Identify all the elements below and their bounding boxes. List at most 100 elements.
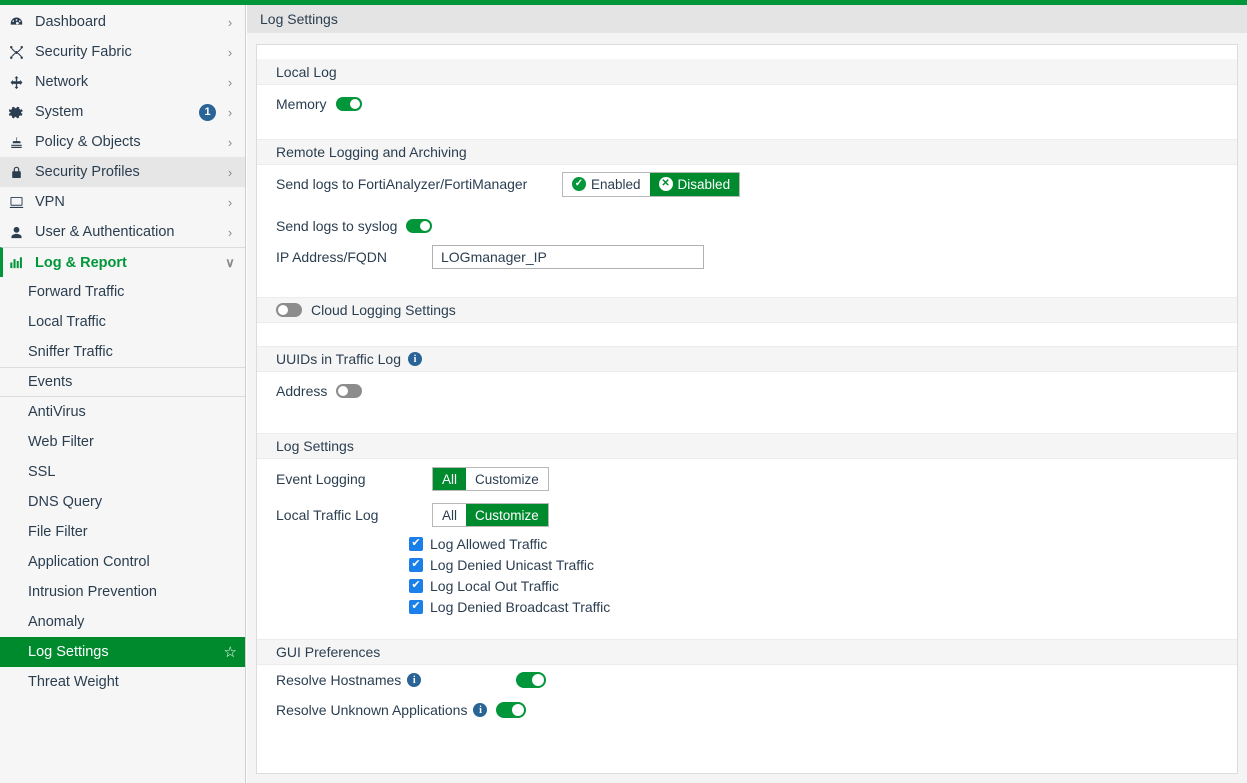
sidebar-item-label: Dashboard xyxy=(35,14,106,30)
sidebar-item-security-profiles[interactable]: Security Profiles › xyxy=(0,157,245,187)
section-title: Local Log xyxy=(276,63,337,80)
event-logging-all-option[interactable]: All xyxy=(433,468,467,490)
sidebar-item-application-control[interactable]: Application Control xyxy=(0,547,245,577)
sidebar-item-label: Security Fabric xyxy=(35,44,132,60)
sidebar-item-events[interactable]: Events xyxy=(0,367,245,397)
sidebar-subitem-label: Threat Weight xyxy=(28,674,119,690)
check-circle-icon: ✓ xyxy=(572,177,586,191)
event-logging-customize-option[interactable]: Customize xyxy=(466,468,548,490)
section-title: UUIDs in Traffic Log xyxy=(276,351,402,367)
resolve-unknown-applications-toggle[interactable] xyxy=(496,702,527,718)
sidebar-item-web-filter[interactable]: Web Filter xyxy=(0,427,245,457)
sidebar-item-anomaly[interactable]: Anomaly xyxy=(0,607,245,637)
sidebar-item-vpn[interactable]: VPN › xyxy=(0,187,245,217)
sidebar-item-system[interactable]: System 1 › xyxy=(0,97,245,127)
chevron-right-icon: › xyxy=(227,164,233,180)
info-icon[interactable]: i xyxy=(408,352,423,366)
sidebar-item-forward-traffic[interactable]: Forward Traffic xyxy=(0,277,245,307)
local-traffic-all-option[interactable]: All xyxy=(433,504,467,526)
section-header-gui-preferences: GUI Preferences xyxy=(257,639,1237,665)
toggle-knob xyxy=(512,704,525,716)
sidebar-item-sniffer-traffic[interactable]: Sniffer Traffic xyxy=(0,337,245,367)
policy-icon xyxy=(9,135,31,150)
user-icon xyxy=(9,225,31,240)
sidebar-item-log-report[interactable]: Log & Report ∨ xyxy=(0,247,245,277)
favorite-star-icon[interactable]: ☆ xyxy=(224,645,237,660)
page-title: Log Settings xyxy=(260,11,338,27)
resolve-hostnames-label-wrap: Resolve Hostnames i xyxy=(276,672,516,688)
syslog-toggle[interactable] xyxy=(406,219,433,233)
sidebar-item-file-filter[interactable]: File Filter xyxy=(0,517,245,547)
sidebar-item-intrusion-prevention[interactable]: Intrusion Prevention xyxy=(0,577,245,607)
local-traffic-customize-option[interactable]: Customize xyxy=(466,504,548,526)
info-icon[interactable]: i xyxy=(407,673,422,687)
sidebar-subitem-label: SSL xyxy=(28,464,56,480)
sidebar-item-label: Security Profiles xyxy=(35,164,140,180)
event-logging-toggle-group: All Customize xyxy=(432,467,549,491)
sidebar-item-local-traffic[interactable]: Local Traffic xyxy=(0,307,245,337)
checkbox-row: ✔ Log Local Out Traffic xyxy=(409,575,1237,596)
resolve-hostnames-toggle[interactable] xyxy=(516,672,546,688)
fortianalyzer-label: Send logs to FortiAnalyzer/FortiManager xyxy=(276,176,528,192)
sidebar-subitem-label: Forward Traffic xyxy=(28,284,125,300)
sidebar-subitem-label: Sniffer Traffic xyxy=(28,344,113,360)
option-label: Enabled xyxy=(591,176,641,192)
cross-circle-icon: ✕ xyxy=(658,177,673,191)
dashboard-icon xyxy=(9,15,31,30)
section-title: Log Settings xyxy=(276,438,354,454)
sidebar-item-dns-query[interactable]: DNS Query xyxy=(0,487,245,517)
section-header-uuids: UUIDs in Traffic Log i xyxy=(257,346,1237,372)
local-traffic-log-label: Local Traffic Log xyxy=(276,507,379,523)
fortianalyzer-enabled-option[interactable]: ✓ Enabled xyxy=(563,172,650,196)
status-badge: 1 xyxy=(199,103,216,121)
sidebar-item-security-fabric[interactable]: Security Fabric › xyxy=(0,37,245,67)
gear-icon xyxy=(9,105,31,120)
sidebar-subitem-label: Local Traffic xyxy=(28,314,106,330)
toggle-knob xyxy=(420,221,431,231)
checkbox-label: Log Allowed Traffic xyxy=(430,535,548,552)
log-denied-unicast-traffic-checkbox[interactable]: ✔ xyxy=(409,557,423,572)
fortigate-log-settings-page: Dashboard › Security Fabric › Network › xyxy=(0,0,1247,783)
sidebar-item-label: System xyxy=(35,104,84,120)
resolve-unknown-applications-label: Resolve Unknown Applications xyxy=(276,702,468,718)
main-navigation-sidebar: Dashboard › Security Fabric › Network › xyxy=(0,5,246,783)
lock-icon xyxy=(9,165,31,180)
chevron-right-icon: › xyxy=(227,44,233,60)
option-label: Disabled xyxy=(677,176,731,192)
log-local-out-traffic-checkbox[interactable]: ✔ xyxy=(409,578,423,593)
ip-address-input[interactable] xyxy=(432,244,704,269)
sidebar-subitem-label: DNS Query xyxy=(28,494,103,510)
sidebar-item-user-authentication[interactable]: User & Authentication › xyxy=(0,217,245,247)
row-memory: Memory xyxy=(257,85,1237,123)
sidebar-item-dashboard[interactable]: Dashboard › xyxy=(0,7,245,37)
sidebar-item-label: Policy & Objects xyxy=(35,134,141,150)
fortianalyzer-toggle-group: ✓ Enabled ✕ Disabled xyxy=(562,171,741,197)
section-header-remote-logging: Remote Logging and Archiving xyxy=(257,139,1237,165)
memory-toggle[interactable] xyxy=(335,97,362,111)
sidebar-item-policy-objects[interactable]: Policy & Objects › xyxy=(0,127,245,157)
sidebar-item-ssl[interactable]: SSL xyxy=(0,457,245,487)
address-label: Address xyxy=(276,383,328,399)
chevron-right-icon: › xyxy=(227,74,233,90)
sidebar-item-label: Log & Report xyxy=(35,254,127,271)
address-toggle[interactable] xyxy=(336,384,363,398)
info-icon[interactable]: i xyxy=(473,703,488,717)
sidebar-item-antivirus[interactable]: AntiVirus xyxy=(0,397,245,427)
row-address: Address xyxy=(257,372,1237,410)
sidebar-subitem-label: AntiVirus xyxy=(28,404,86,420)
cloud-logging-toggle[interactable] xyxy=(276,303,302,317)
sidebar-subitem-label: Events xyxy=(28,374,73,390)
sidebar-item-threat-weight[interactable]: Threat Weight xyxy=(0,667,245,697)
fortianalyzer-disabled-option[interactable]: ✕ Disabled xyxy=(649,172,740,196)
log-allowed-traffic-checkbox[interactable]: ✔ xyxy=(409,536,423,551)
sidebar-item-log-settings[interactable]: Log Settings ☆ xyxy=(0,637,245,667)
sidebar-item-network[interactable]: Network › xyxy=(0,67,245,97)
row-local-traffic-log: Local Traffic Log All Customize xyxy=(257,499,1237,531)
row-ip-address: IP Address/FQDN xyxy=(257,241,1237,272)
log-denied-broadcast-traffic-checkbox[interactable]: ✔ xyxy=(409,599,423,614)
resolve-unknown-label-wrap: Resolve Unknown Applications i xyxy=(276,702,488,718)
checkbox-label: Log Denied Broadcast Traffic xyxy=(430,598,611,615)
resolve-hostnames-label: Resolve Hostnames xyxy=(276,672,402,688)
section-title: Cloud Logging Settings xyxy=(311,302,456,318)
chevron-right-icon: › xyxy=(227,224,233,240)
